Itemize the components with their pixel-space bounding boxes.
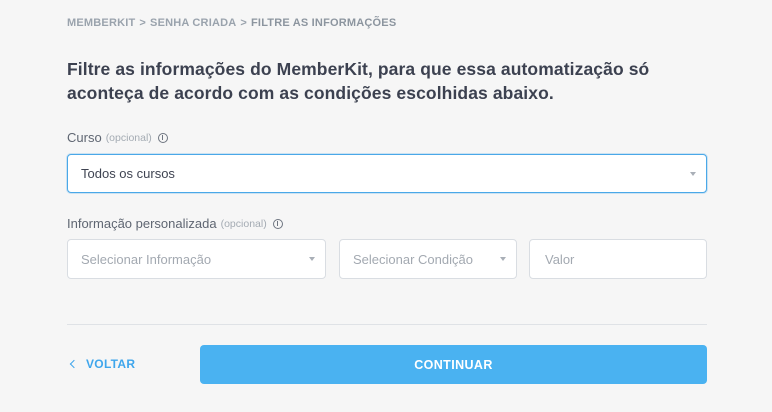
back-button[interactable]: VOLTAR <box>69 357 135 371</box>
custom-info-label: Informação personalizada (opcional) <box>67 216 283 231</box>
course-optional-tag: (opcional) <box>105 131 152 144</box>
value-input-placeholder: Valor <box>545 251 575 267</box>
breadcrumb-item-senha-criada[interactable]: SENHA CRIADA <box>150 17 236 29</box>
page-title: Filtre as informações do MemberKit, para… <box>67 59 650 103</box>
breadcrumb: MEMBERKIT > SENHA CRIADA > FILTRE AS INFORMA… <box>67 17 396 29</box>
value-input[interactable]: Valor <box>529 239 707 279</box>
course-select-value: Todos os cursos <box>81 166 175 181</box>
breadcrumb-item-memberkit[interactable]: MEMBERKIT <box>67 17 135 29</box>
info-select-placeholder: Selecionar Informação <box>81 251 212 267</box>
course-label: Curso (opcional) <box>67 130 168 145</box>
chevron-left-icon <box>69 359 79 369</box>
back-button-label: VOLTAR <box>86 357 136 371</box>
info-select[interactable]: Selecionar Informação <box>67 239 326 279</box>
info-icon[interactable] <box>157 132 168 143</box>
info-icon[interactable] <box>272 218 283 229</box>
custom-info-optional-tag: (opcional) <box>220 217 267 230</box>
breadcrumb-separator: > <box>139 17 147 29</box>
custom-info-label-text: Informação personalizada <box>67 216 217 231</box>
course-label-text: Curso <box>67 130 102 145</box>
course-select[interactable]: Todos os cursos <box>67 154 707 193</box>
divider <box>67 324 707 325</box>
breadcrumb-separator: > <box>240 17 248 29</box>
chevron-down-icon <box>690 171 696 176</box>
condition-select[interactable]: Selecionar Condição <box>339 239 517 279</box>
continue-button[interactable]: CONTINUAR <box>200 345 707 384</box>
chevron-down-icon <box>500 257 506 261</box>
condition-select-placeholder: Selecionar Condição <box>353 251 473 267</box>
breadcrumb-item-current: FILTRE AS INFORMAÇÕES <box>251 17 397 29</box>
chevron-down-icon <box>309 257 315 261</box>
